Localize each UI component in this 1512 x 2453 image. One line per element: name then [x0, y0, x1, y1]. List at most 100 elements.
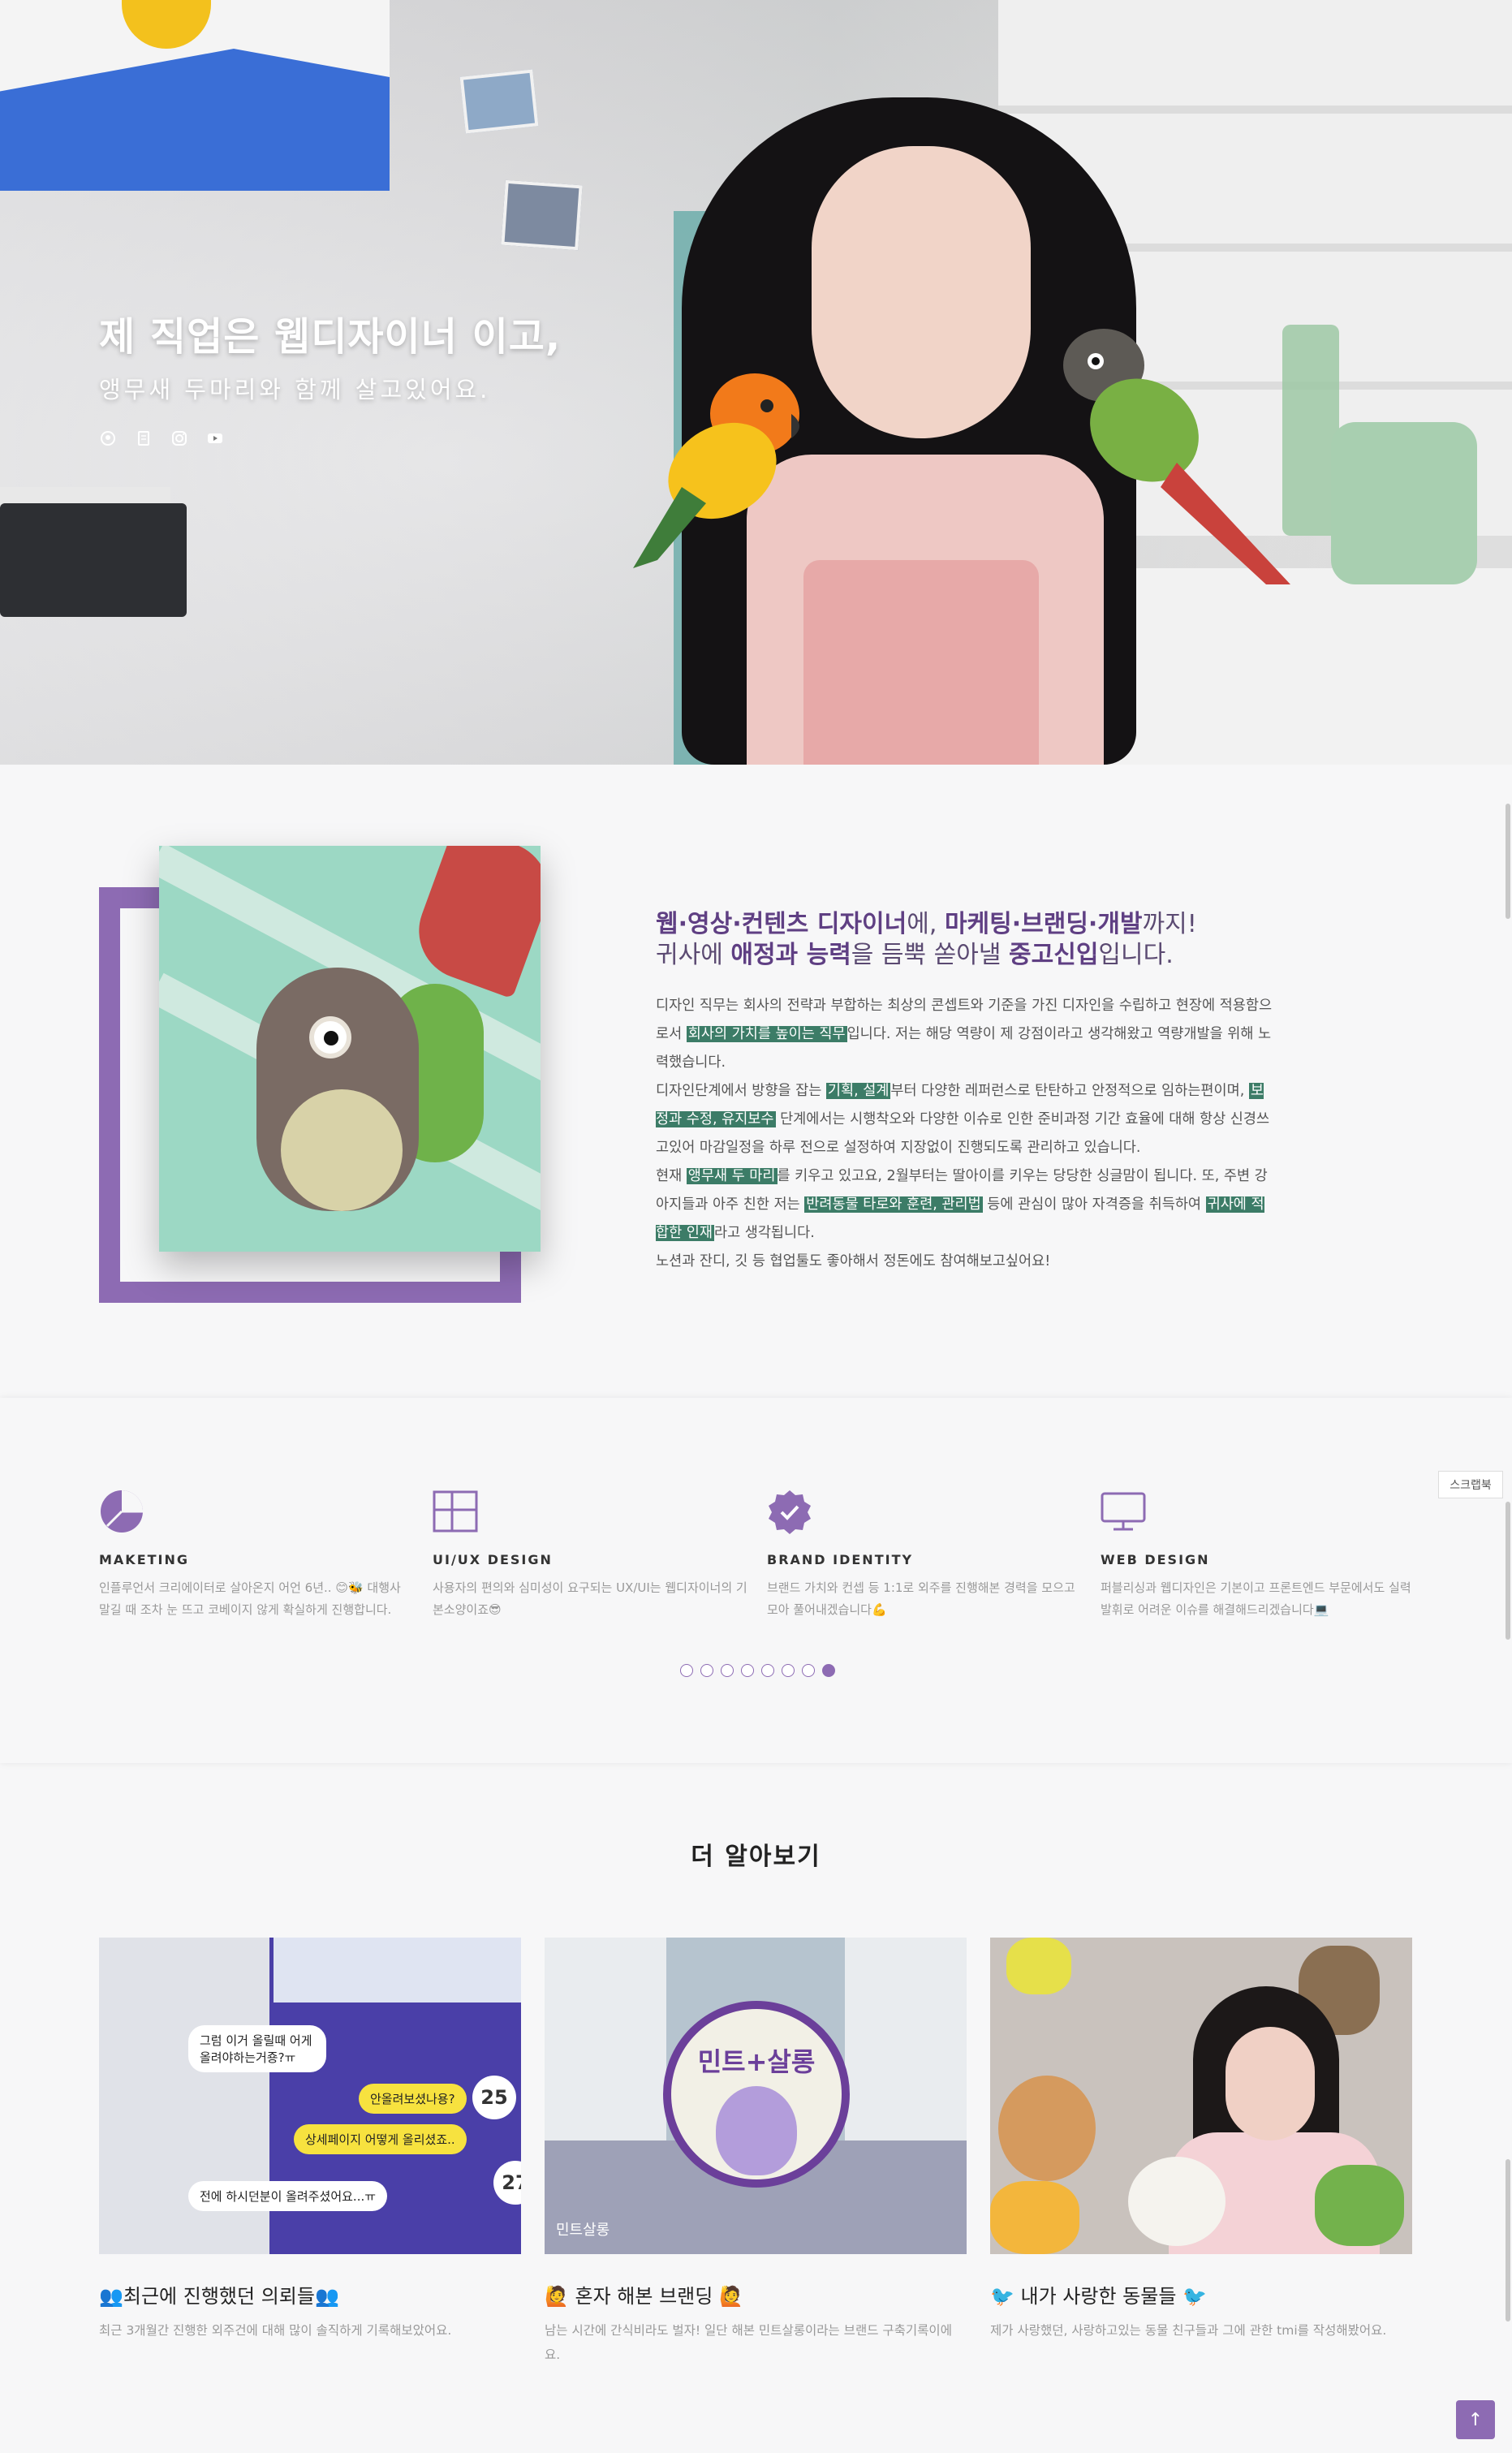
github-icon[interactable]: [99, 429, 117, 447]
skill-card-marketing: MAKETING 인플루언서 크리에이터로 살아온지 어언 6년.. 😊🐝 대행…: [99, 1489, 416, 1621]
about-description: 디자인 직무는 회사의 전략과 부합하는 최상의 콘셉트와 기준을 가진 디자인…: [656, 992, 1273, 1276]
chat-bubble: 전에 하시던분이 올려주셨어요...ㅠ: [188, 2181, 388, 2211]
skill-title: BRAND IDENTITY: [767, 1552, 914, 1567]
text-segment: 부터 다양한 레퍼런스로 탄탄하고 안정적으로 임하는편이며,: [890, 1083, 1249, 1099]
card-animals[interactable]: 🐦 내가 사랑한 동물들 🐦 제가 사랑했던, 사랑하고있는 동물 친구들과 그…: [990, 1938, 1412, 2343]
social-links: [99, 429, 561, 447]
skill-card-web: WEB DESIGN 퍼블리싱과 웹디자인은 기본이고 프론트엔드 부문에서도 …: [1101, 1489, 1417, 1621]
slider-dot[interactable]: [721, 1664, 734, 1677]
emphasis-text: 애정과 능력: [730, 941, 851, 969]
skill-title: UI/UX DESIGN: [433, 1552, 553, 1567]
slider-dot[interactable]: [782, 1664, 795, 1677]
skill-desc: 브랜드 가치와 컨셉 등 1:1로 외주를 진행해본 경력을 모으고 모아 풀어…: [767, 1580, 1075, 1617]
card-desc: 남는 시간에 간식비라도 벌자! 일단 해본 민트살롱이라는 브랜드 구축기록이…: [545, 2323, 952, 2362]
card-image: 그럼 이거 올릴때 어게 올려야하는거죵?ㅠ 안올려보셨나용? 상세페이지 어떻…: [99, 1938, 521, 2254]
skills-slider: MAKETING 인플루언서 크리에이터로 살아온지 어언 6년.. 😊🐝 대행…: [0, 1398, 1512, 1763]
card-title: 👥최근에 진행했던 의뢰들👥: [99, 2285, 339, 2308]
skill-card-brand: BRAND IDENTITY 브랜드 가치와 컨셉 등 1:1로 외주를 진행해…: [767, 1489, 1083, 1621]
person-face: [812, 146, 1031, 438]
skill-desc: 퍼블리싱과 웹디자인은 기본이고 프론트엔드 부문에서도 실력발휘로 어려운 이…: [1101, 1580, 1411, 1617]
text-segment: 노션과 잔디, 깃 등 협업툴도 좋아해서 정돈에도 참여해보고싶어요!: [656, 1253, 1051, 1270]
skill-title: MAKETING: [99, 1552, 190, 1567]
card-image: 민트+살롱 민트살롱: [545, 1938, 967, 2254]
kitchen-counter: [1104, 568, 1512, 765]
card-desc: 제가 사랑했던, 사랑하고있는 동물 친구들과 그에 관한 tmi를 작성해봤어…: [990, 2323, 1387, 2338]
hero-banner: 제 직업은 웹디자이너 이고, 앵무새 두마리와 함께 살고있어요.: [0, 0, 1512, 765]
card-desc: 최근 3개월간 진행한 외주건에 대해 많이 솔직하게 기록해보았어요.: [99, 2323, 452, 2338]
back-to-top-button[interactable]: ↑: [1456, 2400, 1495, 2439]
highlight-text: 기획, 설계: [825, 1083, 891, 1099]
layout-icon: [433, 1490, 478, 1533]
scroll-indicator[interactable]: [1506, 1502, 1510, 1640]
more-section-title: 더 알아보기: [691, 1843, 821, 1871]
about-paragraph: 디자인단계에서 방향을 잡는 기획, 설계 부터 다양한 레퍼런스로 탄탄하고 안…: [656, 1077, 1273, 1162]
highlight-text: 앵무새 두 마리: [686, 1168, 778, 1184]
text-segment: 까지!: [1142, 910, 1197, 938]
text-segment: 등에 관심이 많아 자격증을 취득하여: [982, 1196, 1206, 1213]
slider-dot[interactable]: [700, 1664, 713, 1677]
person-top: [803, 560, 1039, 765]
logo-text: 민트+살롱: [697, 2046, 816, 2077]
about-heading-line: 웹·영상·컨텐츠 디자이너에, 마케팅·브랜딩·개발까지!: [656, 909, 1273, 940]
about-paragraph: 노션과 잔디, 깃 등 협업툴도 좋아해서 정돈에도 참여해보고싶어요!: [656, 1248, 1273, 1276]
scroll-indicator[interactable]: [1506, 804, 1510, 919]
skill-card-uiux: UI/UX DESIGN 사용자의 편의와 심미성이 요구되는 UX/UI는 웹…: [433, 1489, 749, 1621]
about-paragraph: 현재 앵무새 두 마리 를 키우고 있고요, 2월부터는 딸아이를 키우는 당당한…: [656, 1162, 1273, 1248]
slider-dot[interactable]: [680, 1664, 693, 1677]
slider-dot[interactable]: [802, 1664, 815, 1677]
text-segment: 을 듬뿍 쏟아낼: [851, 941, 1010, 969]
card-recent-projects[interactable]: 그럼 이거 올릴때 어게 올려야하는거죵?ㅠ 안올려보셨나용? 상세페이지 어떻…: [99, 1938, 521, 2343]
text-segment: 디자인단계에서 방향을 잡는: [656, 1083, 826, 1099]
slider-dot[interactable]: [761, 1664, 774, 1677]
wall-photo: [459, 69, 539, 134]
hero-title: 제 직업은 웹디자이너 이고,: [99, 314, 562, 360]
youtube-icon[interactable]: [206, 429, 224, 447]
card-branding[interactable]: 민트+살롱 민트살롱 🙋 혼자 해본 브랜딩 🙋 남는 시간에 간식비라도 벌자…: [545, 1938, 967, 2367]
wall-poster: [0, 0, 390, 191]
chat-bubble: 그럼 이거 올릴때 어게 올려야하는거죵?ㅠ: [188, 2025, 326, 2072]
chat-bubble: 안올려보셨나용?: [359, 2084, 467, 2114]
text-segment: 입니다.: [1098, 941, 1174, 969]
blog-icon[interactable]: [135, 429, 153, 447]
emphasis-text: 마케팅·브랜딩·개발: [944, 910, 1143, 938]
scrapbook-button[interactable]: 스크랩북: [1438, 1471, 1503, 1498]
highlight-text: 회사의 가치를 높이는 직무: [686, 1026, 847, 1042]
emphasis-text: 웹·영상·컨텐츠 디자이너: [656, 910, 907, 938]
skill-desc: 사용자의 편의와 심미성이 요구되는 UX/UI는 웹디자이너의 기본소양이죠😎: [433, 1580, 747, 1617]
date-badge: 25: [472, 2076, 516, 2119]
date-badge: 27: [493, 2161, 521, 2205]
printer: [0, 503, 187, 617]
about-heading-line: 귀사에 애정과 능력을 듬뿍 쏟아낼 중고신입입니다.: [656, 940, 1273, 971]
text-segment: 현재: [656, 1168, 687, 1184]
image-label: 민트살롱: [556, 2222, 610, 2239]
rice-cooker: [1331, 422, 1477, 584]
emphasis-text: 중고신입: [1009, 941, 1099, 969]
text-segment: 라고 생각됩니다.: [713, 1225, 815, 1241]
slider-dot[interactable]: [741, 1664, 754, 1677]
hero-text: 제 직업은 웹디자이너 이고, 앵무새 두마리와 함께 살고있어요.: [99, 304, 561, 447]
green-conure-illustration: [1063, 329, 1290, 584]
mint-salon-logo: 민트+살롱: [663, 2001, 850, 2188]
badge-check-icon: [769, 1490, 811, 1534]
chat-bubble: 상세페이지 어떻게 올리셨죠..: [294, 2124, 467, 2154]
scroll-indicator[interactable]: [1506, 2159, 1510, 2322]
about-section: 웹·영상·컨텐츠 디자이너에, 마케팅·브랜딩·개발까지! 귀사에 애정과 능력…: [656, 909, 1273, 1276]
pie-chart-icon: [101, 1490, 143, 1533]
card-image: [990, 1938, 1412, 2254]
skill-desc: 인플루언서 크리에이터로 살아온지 어언 6년.. 😊🐝 대행사 말길 때 조차…: [99, 1580, 401, 1617]
skill-title: WEB DESIGN: [1101, 1552, 1210, 1567]
slider-pagination: [680, 1664, 835, 1677]
slider-dot[interactable]: [822, 1664, 835, 1677]
card-title: 🐦 내가 사랑한 동물들 🐦: [990, 2285, 1207, 2308]
instagram-icon[interactable]: [170, 429, 188, 447]
wall-photo: [501, 179, 583, 251]
about-parrot-photo: [159, 846, 541, 1252]
about-paragraph: 디자인 직무는 회사의 전략과 부합하는 최상의 콘셉트와 기준을 가진 디자인…: [656, 992, 1273, 1077]
card-title: 🙋 혼자 해본 브랜딩 🙋: [545, 2285, 743, 2308]
text-segment: 귀사에: [656, 941, 731, 969]
highlight-text: 반려동물 타로와 훈련, 관리법: [804, 1196, 983, 1213]
text-segment: 에,: [907, 910, 945, 938]
monitor-icon: [1101, 1492, 1146, 1531]
hero-subtitle: 앵무새 두마리와 함께 살고있어요.: [99, 376, 491, 403]
sun-conure-illustration: [633, 373, 799, 568]
